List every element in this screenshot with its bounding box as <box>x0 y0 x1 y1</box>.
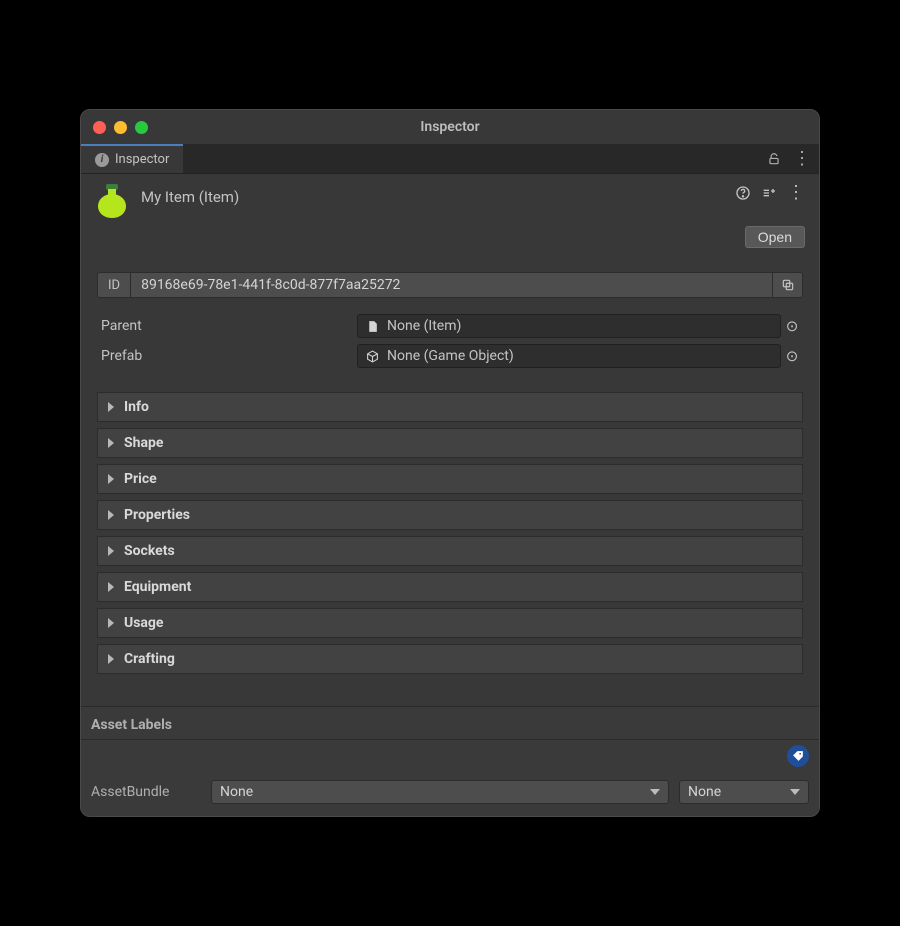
item-thumbnail-icon <box>95 184 129 218</box>
inspector-window: Inspector i Inspector ⋮ My Item (Item) ⋮ <box>80 109 820 817</box>
foldout-label: Info <box>124 399 149 415</box>
chevron-down-icon <box>790 789 800 795</box>
prefab-object-field[interactable]: None (Game Object) <box>357 344 781 368</box>
foldout-label: Sockets <box>124 543 175 559</box>
assetbundle-row: AssetBundle None None <box>81 772 819 816</box>
chevron-right-icon <box>108 438 114 448</box>
cube-icon <box>366 350 379 363</box>
add-label-button[interactable] <box>787 745 809 767</box>
foldout-properties[interactable]: Properties <box>97 500 803 530</box>
parent-label: Parent <box>97 318 357 334</box>
foldout-price[interactable]: Price <box>97 464 803 494</box>
window-controls <box>93 121 148 134</box>
chevron-right-icon <box>108 402 114 412</box>
assetbundle-label: AssetBundle <box>91 784 201 800</box>
prefab-field-row: Prefab None (Game Object) ⊙ <box>97 344 803 368</box>
parent-picker-button[interactable]: ⊙ <box>781 314 803 338</box>
foldout-label: Price <box>124 471 157 487</box>
object-title: My Item (Item) <box>141 184 239 206</box>
chevron-right-icon <box>108 582 114 592</box>
chevron-right-icon <box>108 474 114 484</box>
parent-object-field[interactable]: None (Item) <box>357 314 781 338</box>
info-icon: i <box>95 153 109 167</box>
prefab-value: None (Game Object) <box>387 348 514 364</box>
file-icon <box>366 320 379 333</box>
chevron-right-icon <box>108 546 114 556</box>
asset-labels-heading: Asset Labels <box>81 707 819 740</box>
window-titlebar: Inspector <box>81 110 819 144</box>
copy-icon <box>781 278 795 292</box>
tab-bar: i Inspector ⋮ <box>81 144 819 174</box>
inspector-content: ID 89168e69-78e1-441f-8c0d-877f7aa25272 … <box>81 256 819 686</box>
foldout-crafting[interactable]: Crafting <box>97 644 803 674</box>
id-field-row: ID 89168e69-78e1-441f-8c0d-877f7aa25272 <box>97 272 803 298</box>
window-minimize-button[interactable] <box>114 121 127 134</box>
chevron-down-icon <box>650 789 660 795</box>
component-menu-icon[interactable]: ⋮ <box>787 184 805 202</box>
chevron-right-icon <box>108 510 114 520</box>
foldout-shape[interactable]: Shape <box>97 428 803 458</box>
id-label: ID <box>97 272 130 298</box>
kebab-menu-icon[interactable]: ⋮ <box>793 150 811 168</box>
foldout-info[interactable]: Info <box>97 392 803 422</box>
preset-icon[interactable] <box>761 185 777 201</box>
help-icon[interactable] <box>735 185 751 201</box>
assetbundle-variant-value: None <box>688 784 721 800</box>
foldout-label: Equipment <box>124 579 191 595</box>
foldout-label: Shape <box>124 435 163 451</box>
foldout-sockets[interactable]: Sockets <box>97 536 803 566</box>
window-title: Inspector <box>81 119 819 135</box>
foldout-usage[interactable]: Usage <box>97 608 803 638</box>
foldout-label: Crafting <box>124 651 175 667</box>
inspector-footer: Asset Labels AssetBundle None None <box>81 706 819 816</box>
window-zoom-button[interactable] <box>135 121 148 134</box>
foldout-label: Properties <box>124 507 190 523</box>
inspector-header: My Item (Item) ⋮ <box>81 174 819 226</box>
tab-inspector[interactable]: i Inspector <box>81 144 183 173</box>
copy-id-button[interactable] <box>773 272 803 298</box>
prefab-label: Prefab <box>97 348 357 364</box>
chevron-right-icon <box>108 618 114 628</box>
assetbundle-dropdown[interactable]: None <box>211 780 669 804</box>
chevron-right-icon <box>108 654 114 664</box>
foldout-label: Usage <box>124 615 163 631</box>
id-value[interactable]: 89168e69-78e1-441f-8c0d-877f7aa25272 <box>130 272 773 298</box>
window-close-button[interactable] <box>93 121 106 134</box>
tab-label: Inspector <box>115 152 169 167</box>
prefab-picker-button[interactable]: ⊙ <box>781 344 803 368</box>
assetbundle-value: None <box>220 784 253 800</box>
tag-icon <box>792 750 805 763</box>
foldout-equipment[interactable]: Equipment <box>97 572 803 602</box>
parent-value: None (Item) <box>387 318 461 334</box>
asset-labels-row <box>81 740 819 772</box>
assetbundle-variant-dropdown[interactable]: None <box>679 780 809 804</box>
parent-field-row: Parent None (Item) ⊙ <box>97 314 803 338</box>
open-button[interactable]: Open <box>745 226 805 248</box>
lock-icon[interactable] <box>767 152 781 166</box>
